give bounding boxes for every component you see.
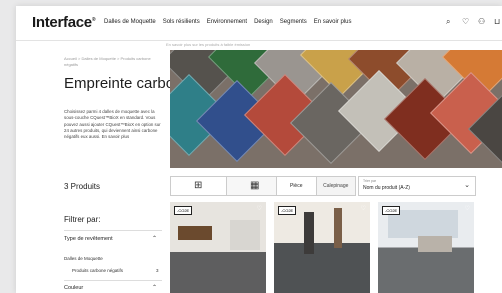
- toggle-piece[interactable]: Pièce: [277, 177, 317, 195]
- carbon-badge: -CO2E: [278, 206, 297, 215]
- filter-group-couleur[interactable]: Couleur: [64, 285, 83, 291]
- filter-group-type[interactable]: Type de revêtement: [64, 236, 113, 242]
- filter-item-dalles[interactable]: Dalles de Moquette: [64, 256, 103, 261]
- person-image-element: [304, 212, 314, 254]
- wall-image-element: [230, 220, 260, 250]
- logo-text: Interface: [32, 14, 92, 31]
- divider: [64, 280, 162, 281]
- divider: [64, 230, 162, 231]
- desk-image-element: [178, 226, 212, 240]
- person-image-element: [334, 208, 342, 248]
- heart-icon[interactable]: ♡: [465, 205, 470, 212]
- main-nav: Dalles de Moquette Sols résilients Envir…: [104, 19, 351, 25]
- chevron-down-icon: ⌄: [464, 182, 470, 189]
- nav-item-segments[interactable]: Segments: [280, 19, 307, 25]
- product-card[interactable]: -CO2E ♡: [274, 202, 370, 293]
- chevron-up-icon[interactable]: ⌃: [152, 284, 157, 291]
- heart-icon[interactable]: ♡: [257, 205, 262, 212]
- nav-item-en-savoir-plus[interactable]: En savoir plus: [314, 19, 352, 25]
- sort-select[interactable]: Trier par Nom du produit (A-Z) ⌄: [358, 176, 476, 196]
- user-icon[interactable]: ⚇: [478, 17, 485, 27]
- heart-icon[interactable]: ♡: [462, 17, 469, 27]
- filter-item-carbone[interactable]: Produits carbone négatifs: [72, 268, 123, 273]
- page-description: Choisissez parmi 4 dalles de moquette av…: [64, 109, 161, 140]
- interface-logo[interactable]: Interface®: [32, 14, 96, 31]
- heart-icon[interactable]: ♡: [361, 205, 366, 212]
- filter-item-count: 3: [156, 268, 159, 273]
- display-toggle: Pièce Calepinage: [276, 176, 356, 196]
- cart-icon[interactable]: ⊔: [494, 17, 500, 27]
- nav-item-environnement[interactable]: Environnement: [207, 19, 247, 25]
- grid-large-icon: ⊞: [194, 180, 203, 191]
- browser-page: Interface® Dalles de Moquette Sols résil…: [16, 6, 502, 293]
- nav-item-design[interactable]: Design: [254, 19, 273, 25]
- product-card[interactable]: -CO2E ♡: [170, 202, 266, 293]
- toggle-calepinage[interactable]: Calepinage: [316, 177, 355, 195]
- hero-carpet-tiles-image: [170, 50, 502, 168]
- product-count: 3 Produits: [64, 182, 101, 191]
- list-view-button[interactable]: ⊞: [170, 176, 228, 196]
- nav-item-sols[interactable]: Sols résilients: [163, 19, 200, 25]
- breadcrumb[interactable]: Accueil > Dalles de Moquette > Produits …: [64, 56, 164, 68]
- chevron-up-icon[interactable]: ⌃: [152, 235, 157, 242]
- sort-label: Trier par: [363, 179, 377, 183]
- desk-image-element: [418, 236, 452, 252]
- subtitle-banner: En savoir plus sur les produits à faible…: [166, 42, 251, 47]
- grid-small-icon: ▦: [250, 180, 260, 191]
- filter-title: Filtrer par:: [64, 215, 101, 224]
- nav-item-dalles[interactable]: Dalles de Moquette: [104, 19, 156, 25]
- top-navigation-bar: Interface® Dalles de Moquette Sols résil…: [16, 6, 502, 41]
- carbon-badge: -CO2E: [174, 206, 193, 215]
- product-card[interactable]: -CO2E ♡: [378, 202, 474, 293]
- carbon-badge: -CO2E: [382, 206, 401, 215]
- search-icon[interactable]: ⌕: [446, 17, 450, 27]
- sort-value: Nom du produit (A-Z): [363, 185, 410, 191]
